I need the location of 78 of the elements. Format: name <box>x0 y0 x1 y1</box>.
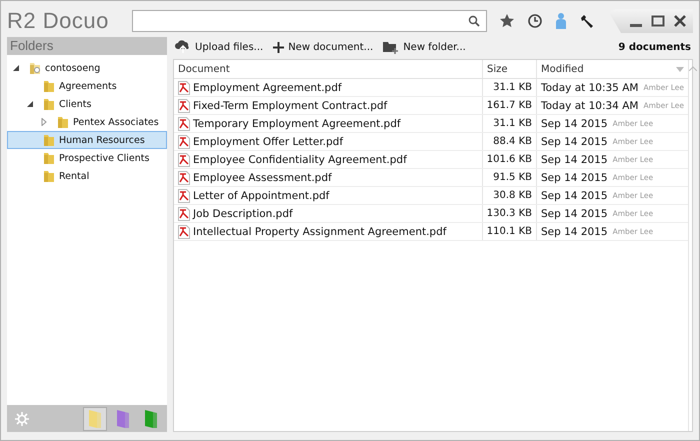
plus-icon <box>273 42 284 52</box>
folder-icon <box>42 133 56 147</box>
table-cell: Employment Offer Letter.pdf <box>174 133 482 150</box>
table-cell: 161.7 KB <box>482 97 536 114</box>
scroll-up-icon[interactable] <box>689 66 697 71</box>
view-button[interactable] <box>83 406 107 430</box>
modified-date: Sep 14 2015 <box>541 208 608 220</box>
collapsed-triangle-icon[interactable] <box>40 118 48 126</box>
app-logo: R2 Docuo <box>7 8 110 34</box>
table-cell: 110.1 KB <box>482 223 536 240</box>
pdf-file-icon <box>178 224 190 238</box>
pdf-file-icon <box>178 80 190 94</box>
column-header[interactable]: Size <box>482 60 536 78</box>
column-header[interactable]: Document <box>174 60 482 78</box>
toolbar-button[interactable]: New document... <box>271 42 376 52</box>
modified-date: Sep 14 2015 <box>541 190 608 202</box>
pdf-file-icon <box>178 152 190 166</box>
folder-icon <box>42 97 56 111</box>
folder-icon <box>42 151 56 165</box>
modified-date: Sep 14 2015 <box>541 172 608 184</box>
pdf-file-icon <box>178 206 190 220</box>
maximize-icon[interactable] <box>651 14 665 28</box>
table-cell: Employee Assessment.pdf <box>174 169 482 186</box>
tree-item[interactable]: Human Resources <box>7 131 167 149</box>
document-count: 9 documents <box>618 42 692 52</box>
modified-date: Sep 14 2015 <box>541 154 608 166</box>
pdf-file-icon <box>178 116 190 130</box>
table-cell: Employment Agreement.pdf <box>174 79 482 96</box>
table-cell: 91.5 KB <box>482 169 536 186</box>
tree-item[interactable]: Prospective Clients <box>7 149 167 167</box>
modified-date: Today at 10:34 AM <box>541 100 638 112</box>
pdf-file-icon <box>178 98 190 112</box>
table-cell: 101.6 KB <box>482 151 536 168</box>
pdf-file-icon <box>178 134 190 148</box>
table-cell: 130.3 KB <box>482 205 536 222</box>
folder-icon <box>56 115 70 129</box>
table-cell: 31.1 KB <box>482 79 536 96</box>
column-header[interactable]: Modified <box>536 60 688 78</box>
tree-item[interactable]: Clients <box>7 95 167 113</box>
pdf-file-icon <box>178 170 190 184</box>
table-cell: Intellectual Property Assignment Agreement.pdf <box>174 223 482 240</box>
scrollbar[interactable] <box>688 60 697 431</box>
tree-item[interactable]: Rental <box>7 167 167 185</box>
star-icon[interactable] <box>499 13 515 29</box>
modified-date: Sep 14 2015 <box>541 136 608 148</box>
table-cell: 88.4 KB <box>482 133 536 150</box>
pdf-file-icon <box>178 188 190 202</box>
table-cell: Letter of Appointment.pdf <box>174 187 482 204</box>
user-folder-icon <box>28 61 42 75</box>
table-cell: Temporary Employment Agreement.pdf <box>174 115 482 132</box>
settings-icon[interactable] <box>15 412 29 426</box>
expanded-triangle-icon[interactable] <box>26 100 34 108</box>
modified-date: Sep 14 2015 <box>541 118 608 130</box>
tree-item[interactable]: contosoeng <box>7 59 167 77</box>
wrench-icon[interactable] <box>579 13 595 29</box>
modified-date: Sep 14 2015 <box>541 226 608 238</box>
toolbar-button[interactable]: Upload files... <box>173 40 266 54</box>
new-folder-icon <box>383 40 400 54</box>
close-icon[interactable] <box>673 14 687 28</box>
search-icon <box>468 15 480 27</box>
user-icon[interactable] <box>555 12 567 30</box>
search-field[interactable] <box>132 10 487 32</box>
sort-icon <box>676 66 684 72</box>
table-cell: 31.1 KB <box>482 115 536 132</box>
table-cell: Fixed-Term Employment Contract.pdf <box>174 97 482 114</box>
table-cell: Employee Confidentiality Agreement.pdf <box>174 151 482 168</box>
expanded-triangle-icon[interactable] <box>12 64 20 72</box>
table-cell: Job Description.pdf <box>174 205 482 222</box>
cloud-upload-icon <box>175 40 191 54</box>
clock-icon[interactable] <box>527 13 543 29</box>
modified-date: Today at 10:35 AM <box>541 82 638 94</box>
tree-item[interactable]: Agreements <box>7 77 167 95</box>
toolbar-button[interactable]: New folder... <box>381 40 468 54</box>
table-cell: 30.8 KB <box>482 187 536 204</box>
folder-icon <box>42 79 56 93</box>
sidebar-header: Folders <box>7 37 167 55</box>
tree-item[interactable]: Pentex Associates <box>7 113 167 131</box>
folder-icon <box>42 169 56 183</box>
